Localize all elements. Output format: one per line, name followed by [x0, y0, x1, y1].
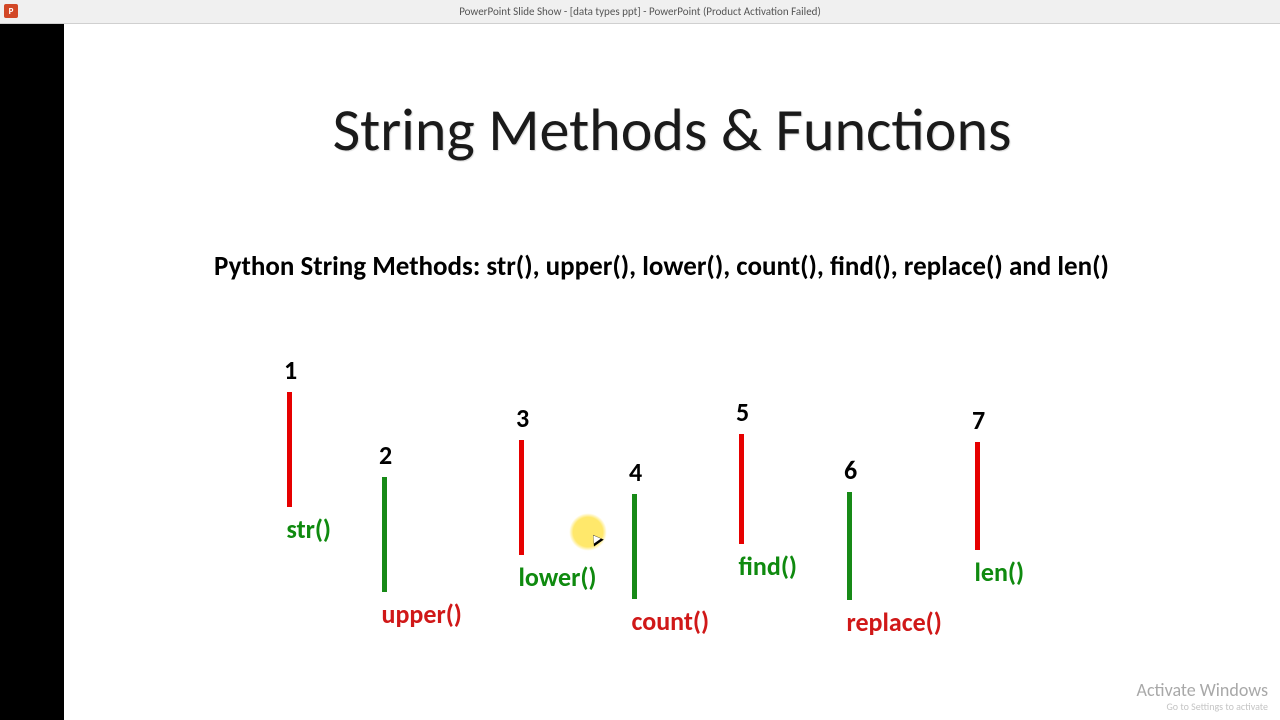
method-number: 1: [284, 354, 294, 386]
connector-bar: [847, 492, 852, 600]
method-label: lower(): [519, 561, 524, 593]
window-titlebar: PowerPoint Slide Show - [data types ppt]…: [0, 0, 1280, 24]
method-number: 3: [516, 402, 526, 434]
slide-title: String Methods & Functions: [64, 94, 1280, 167]
methods-diagram: 1 str() 2 upper() 3 lower() 4 count() 5 find() 6 re…: [194, 344, 1200, 680]
method-item-2: 2 upper(): [379, 439, 389, 630]
windows-activation-watermark: Activate Windows Go to Settings to activ…: [1137, 681, 1268, 712]
method-number: 4: [629, 456, 639, 488]
method-label: upper(): [382, 598, 387, 630]
method-label: str(): [287, 513, 292, 545]
method-item-6: 6 replace(): [844, 454, 854, 638]
window-title-text: PowerPoint Slide Show - [data types ppt]…: [459, 5, 821, 18]
method-item-3: 3 lower(): [516, 402, 526, 593]
method-item-7: 7 len(): [972, 404, 982, 588]
slide-subheading: Python String Methods: str(), upper(), l…: [214, 249, 1130, 285]
method-item-5: 5 find(): [736, 396, 746, 582]
method-item-1: 1 str(): [284, 354, 294, 545]
connector-bar: [382, 477, 387, 592]
method-number: 7: [972, 404, 982, 436]
slide-canvas[interactable]: String Methods & Functions Python String…: [64, 24, 1280, 720]
method-number: 6: [844, 454, 854, 486]
connector-bar: [975, 442, 980, 550]
connector-bar: [739, 434, 744, 544]
method-number: 2: [379, 439, 389, 471]
method-item-4: 4 count(): [629, 456, 639, 637]
method-label: count(): [632, 605, 637, 637]
powerpoint-icon: [4, 4, 18, 18]
method-number: 5: [736, 396, 746, 428]
connector-bar: [287, 392, 292, 507]
method-label: len(): [975, 556, 980, 588]
watermark-line-2: Go to Settings to activate: [1137, 701, 1268, 712]
method-label: replace(): [847, 606, 852, 638]
method-label: find(): [739, 550, 744, 582]
connector-bar: [519, 440, 524, 555]
connector-bar: [632, 494, 637, 599]
watermark-line-1: Activate Windows: [1137, 681, 1268, 701]
